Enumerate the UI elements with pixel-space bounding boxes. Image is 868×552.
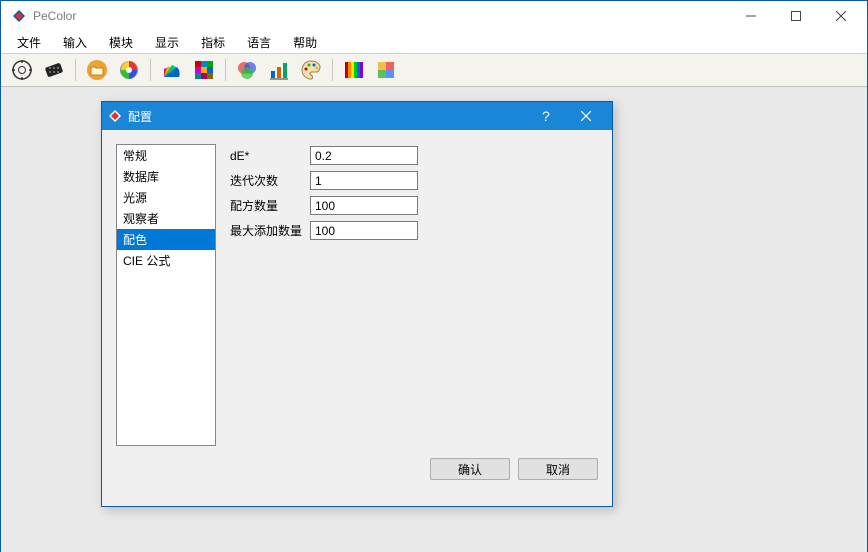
maxadd-label: 最大添加数量 [230, 222, 310, 239]
toolbar-separator [332, 59, 333, 81]
config-dialog: 配置 ? 常规 数据库 光源 观察者 配色 CIE 公式 dE* 迭代次数 [101, 101, 613, 507]
dialog-body: 常规 数据库 光源 观察者 配色 CIE 公式 dE* 迭代次数 配方数量 [102, 130, 612, 458]
form-row: 迭代次数 [230, 171, 598, 190]
settings-form: dE* 迭代次数 配方数量 最大添加数量 [230, 144, 598, 444]
iterations-label: 迭代次数 [230, 172, 310, 189]
list-item-observer[interactable]: 观察者 [117, 208, 215, 229]
list-item-general[interactable]: 常规 [117, 145, 215, 166]
list-item-cieformula[interactable]: CIE 公式 [117, 250, 215, 271]
window-titlebar: PeColor [1, 1, 867, 31]
form-row: 最大添加数量 [230, 221, 598, 240]
cancel-button[interactable]: 取消 [518, 458, 598, 480]
form-row: dE* [230, 146, 598, 165]
toolbar [1, 54, 867, 87]
window-controls [728, 2, 863, 30]
close-button[interactable] [818, 2, 863, 30]
menu-indicator[interactable]: 指标 [191, 32, 235, 53]
maxadd-input[interactable] [310, 221, 418, 240]
recipes-input[interactable] [310, 196, 418, 215]
toolbar-separator [75, 59, 76, 81]
menubar: 文件 输入 模块 显示 指标 语言 帮助 [1, 31, 867, 54]
window-title: PeColor [33, 9, 728, 23]
category-list[interactable]: 常规 数据库 光源 观察者 配色 CIE 公式 [116, 144, 216, 446]
dialog-title: 配置 [128, 108, 526, 125]
spectrum-icon[interactable] [341, 57, 367, 83]
menu-help[interactable]: 帮助 [283, 32, 327, 53]
dialog-button-row: 确认 取消 [102, 458, 612, 480]
menu-input[interactable]: 输入 [53, 32, 97, 53]
chart-icon[interactable] [266, 57, 292, 83]
color-wheel-icon[interactable] [116, 57, 142, 83]
maximize-button[interactable] [773, 2, 818, 30]
toolbar-separator [150, 59, 151, 81]
dialog-logo-icon [108, 109, 122, 123]
iterations-input[interactable] [310, 171, 418, 190]
recipes-label: 配方数量 [230, 197, 310, 214]
grid-icon[interactable] [191, 57, 217, 83]
list-item-colormatch[interactable]: 配色 [117, 229, 215, 250]
settings-icon[interactable] [9, 57, 35, 83]
list-item-database[interactable]: 数据库 [117, 166, 215, 187]
swatch-icon[interactable] [41, 57, 67, 83]
form-row: 配方数量 [230, 196, 598, 215]
workspace-area: 配置 ? 常规 数据库 光源 观察者 配色 CIE 公式 dE* 迭代次数 [1, 87, 867, 552]
quadrant-icon[interactable] [373, 57, 399, 83]
list-item-lightsource[interactable]: 光源 [117, 187, 215, 208]
dialog-titlebar[interactable]: 配置 ? [102, 102, 612, 130]
venn-icon[interactable] [234, 57, 260, 83]
palette-icon[interactable] [298, 57, 324, 83]
toolbar-separator [225, 59, 226, 81]
menu-module[interactable]: 模块 [99, 32, 143, 53]
dialog-help-button[interactable]: ? [526, 102, 566, 130]
menu-language[interactable]: 语言 [237, 32, 281, 53]
de-label: dE* [230, 149, 310, 163]
menu-display[interactable]: 显示 [145, 32, 189, 53]
folder-icon[interactable] [84, 57, 110, 83]
fan-chart-icon[interactable] [159, 57, 185, 83]
menu-file[interactable]: 文件 [7, 32, 51, 53]
de-input[interactable] [310, 146, 418, 165]
minimize-button[interactable] [728, 2, 773, 30]
ok-button[interactable]: 确认 [430, 458, 510, 480]
app-logo-icon [11, 8, 27, 24]
dialog-close-button[interactable] [566, 102, 606, 130]
